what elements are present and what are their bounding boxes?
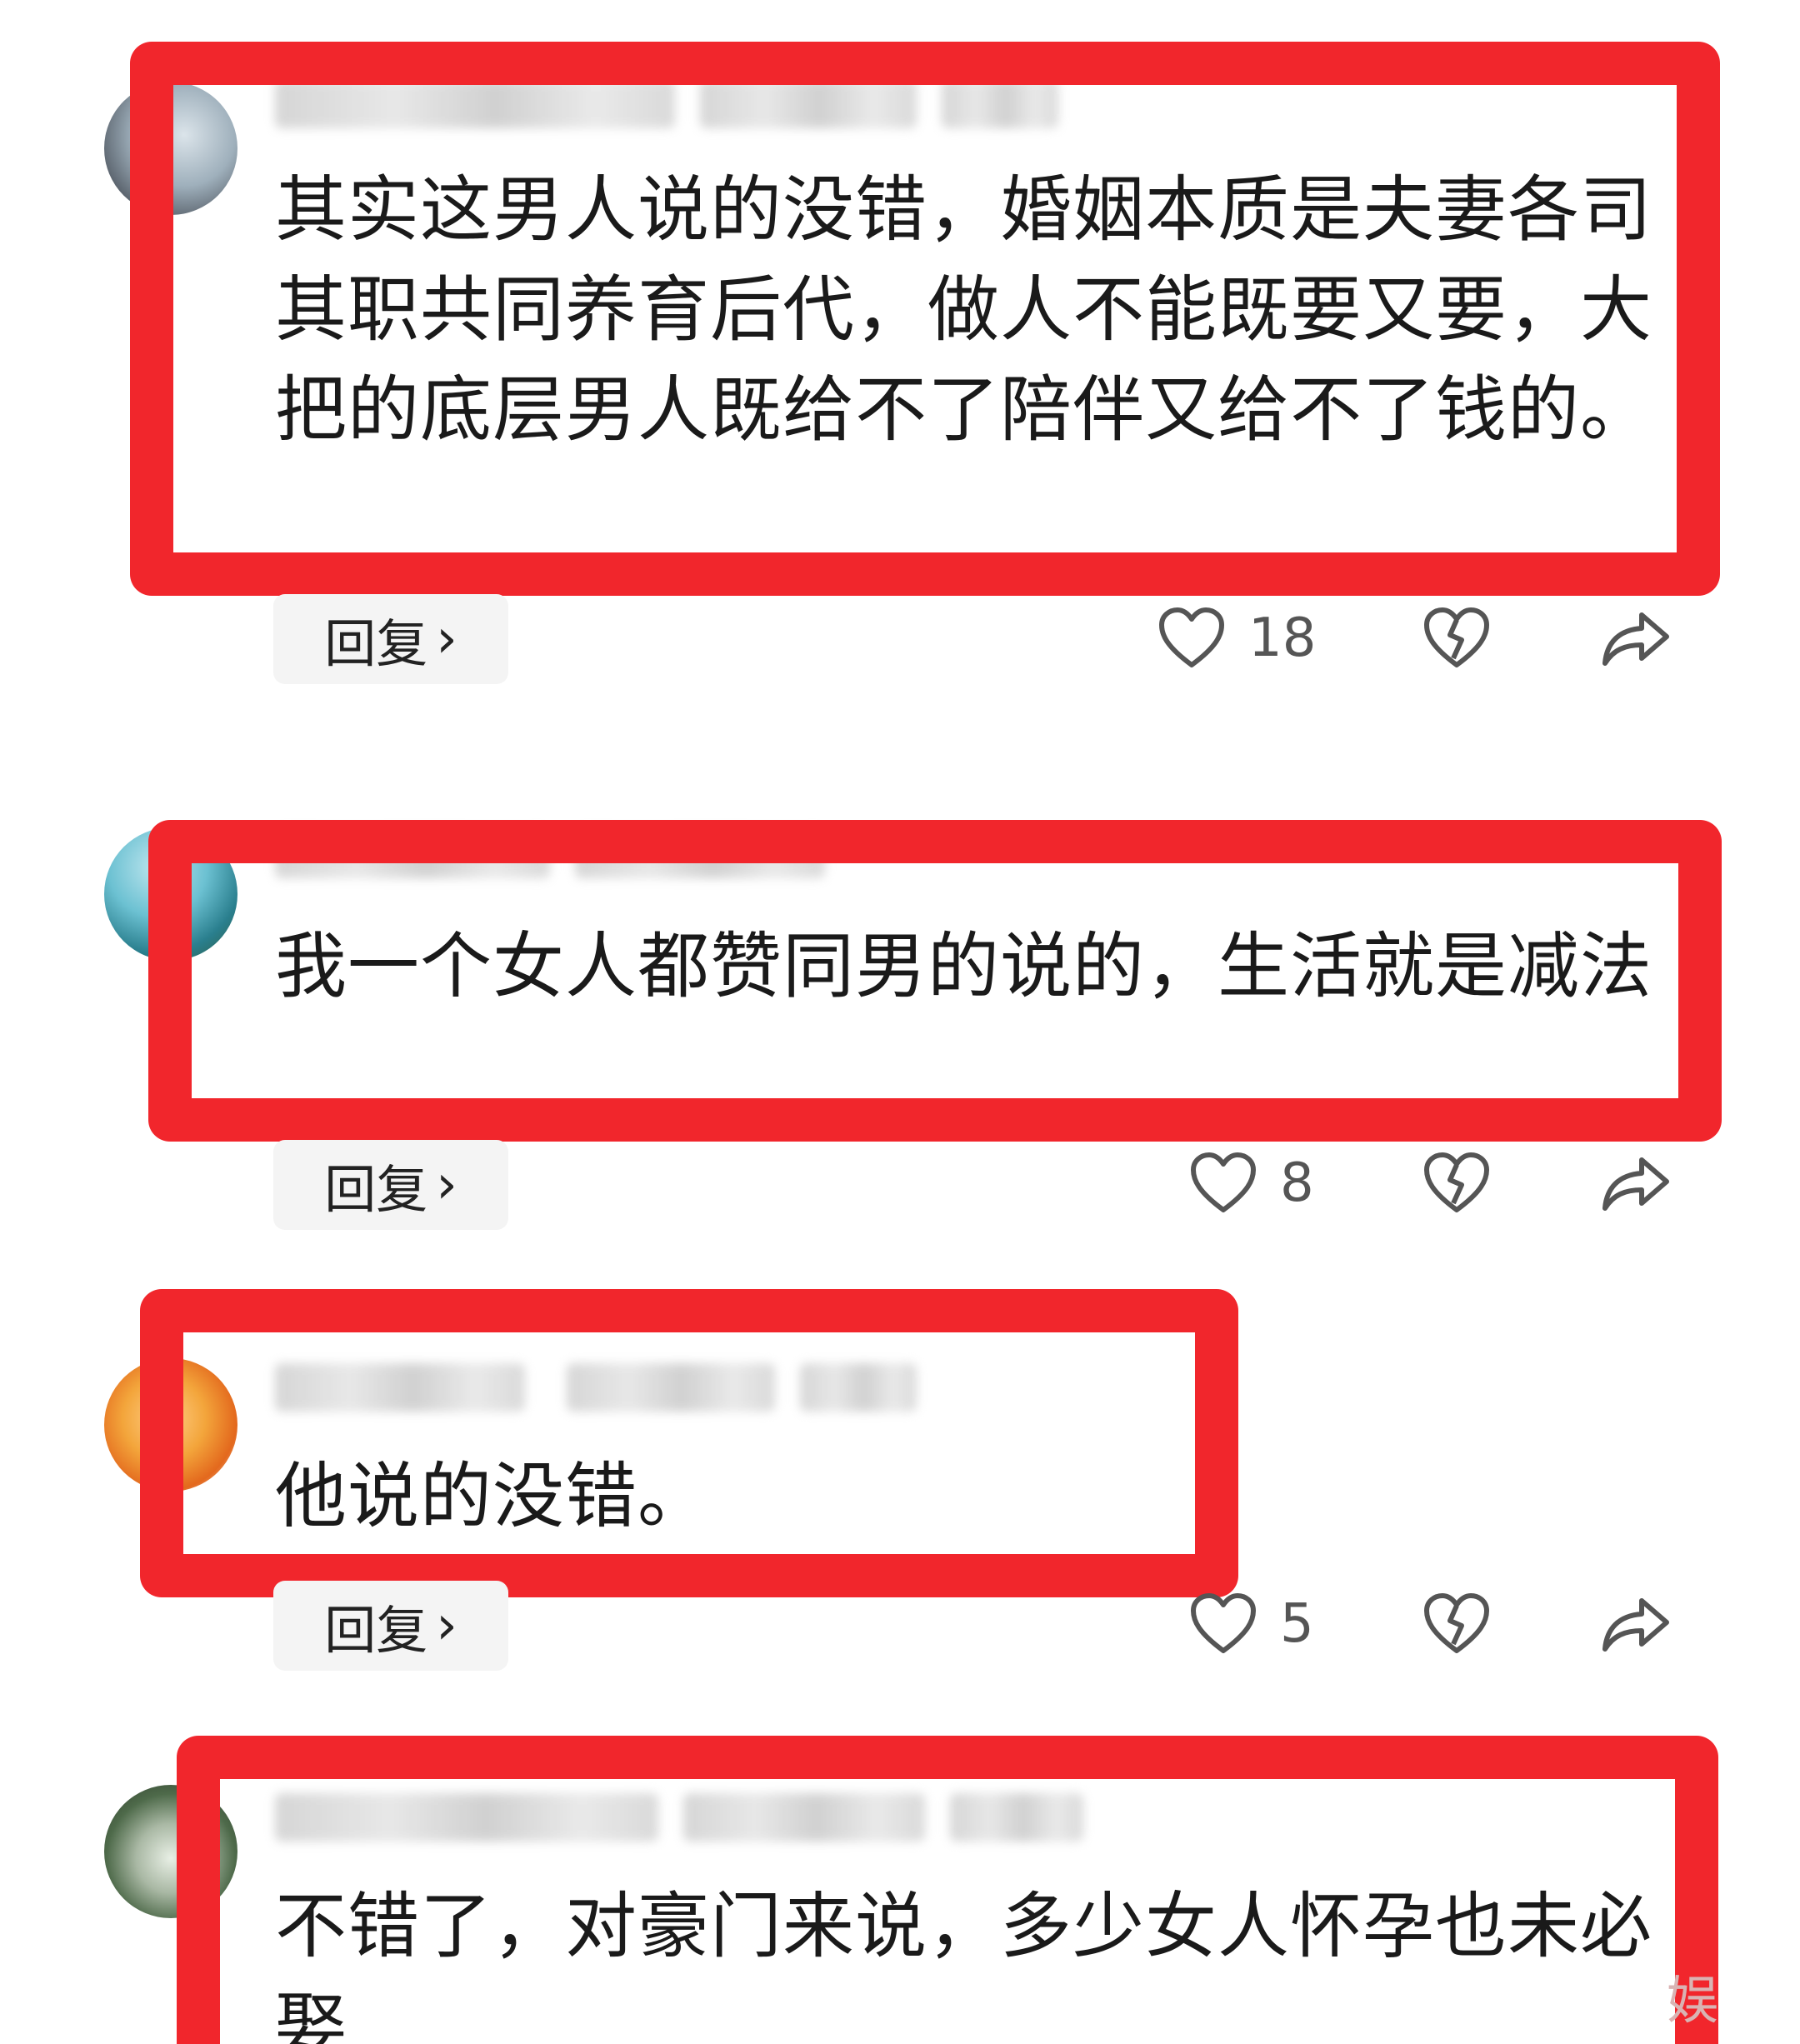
comment-list: 其实这男人说的没错，婚姻本质是夫妻各司其职共同养育后代，做人不能既要又要，大把的… <box>0 0 1800 2044</box>
share-button[interactable] <box>1600 610 1672 668</box>
dislike-action[interactable] <box>1423 607 1490 670</box>
watermark: 娱 <box>1667 1970 1719 2031</box>
share-button[interactable] <box>1600 1596 1672 1654</box>
highlight-frame <box>177 1736 1718 2044</box>
highlight-frame <box>140 1289 1238 1597</box>
like-action[interactable]: 5 <box>1190 1592 1314 1656</box>
heart-outline-icon <box>1158 607 1225 670</box>
reply-button[interactable]: 回复 › <box>273 1581 508 1671</box>
like-count: 8 <box>1280 1152 1314 1214</box>
broken-heart-icon <box>1423 1152 1490 1215</box>
share-icon <box>1600 1596 1672 1654</box>
reply-label: 回复 <box>324 613 428 674</box>
dislike-action[interactable] <box>1423 1152 1490 1215</box>
chevron-right-icon: › <box>436 1154 458 1216</box>
like-count: 5 <box>1280 1593 1314 1655</box>
reply-button[interactable]: 回复 › <box>273 594 508 684</box>
like-action[interactable]: 8 <box>1190 1152 1314 1215</box>
reply-button[interactable]: 回复 › <box>273 1140 508 1230</box>
highlight-frame <box>130 42 1720 596</box>
reply-label: 回复 <box>324 1159 428 1220</box>
reply-label: 回复 <box>324 1600 428 1661</box>
heart-outline-icon <box>1190 1592 1257 1656</box>
share-icon <box>1600 610 1672 668</box>
like-count: 18 <box>1248 607 1317 669</box>
highlight-frame <box>148 820 1722 1142</box>
chevron-right-icon: › <box>436 608 458 670</box>
broken-heart-icon <box>1423 1592 1490 1656</box>
dislike-action[interactable] <box>1423 1592 1490 1656</box>
broken-heart-icon <box>1423 607 1490 670</box>
chevron-right-icon: › <box>436 1595 458 1657</box>
share-button[interactable] <box>1600 1155 1672 1213</box>
heart-outline-icon <box>1190 1152 1257 1215</box>
share-icon <box>1600 1155 1672 1213</box>
like-action[interactable]: 18 <box>1158 607 1316 670</box>
